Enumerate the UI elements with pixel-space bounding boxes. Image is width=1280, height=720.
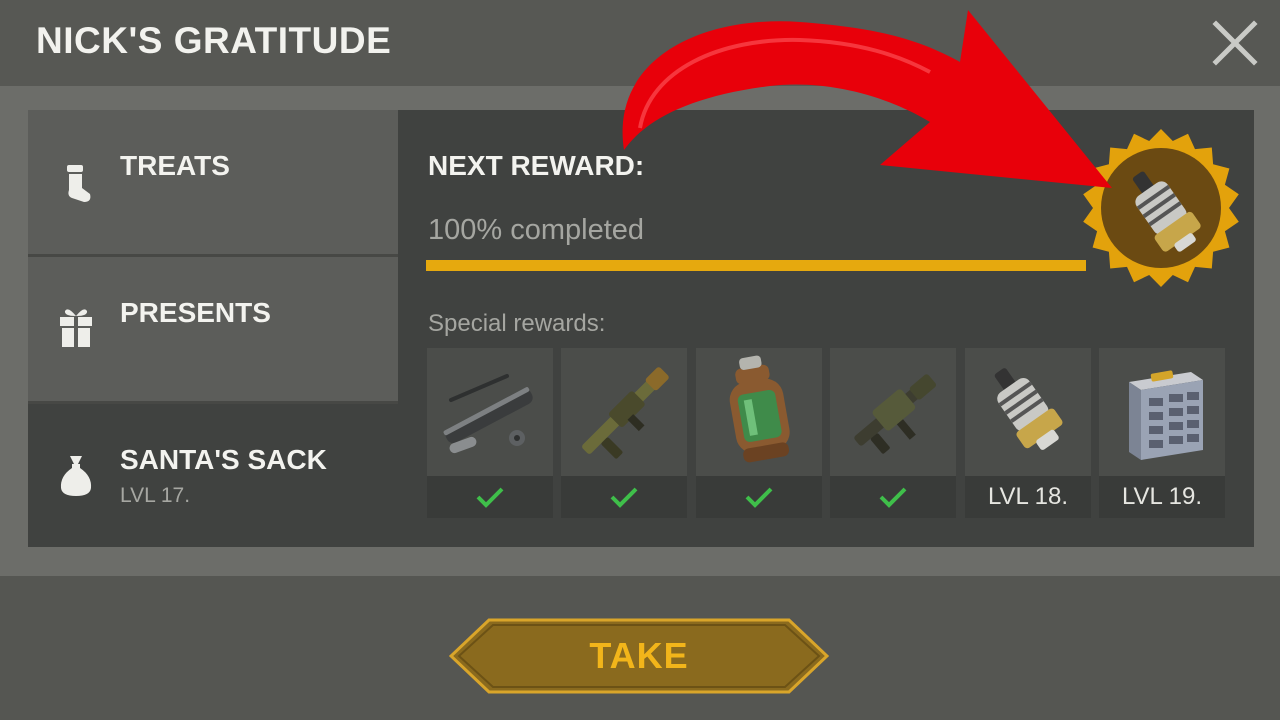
special-rewards-label: Special rewards: — [428, 310, 606, 337]
next-reward-label: NEXT REWARD: — [428, 150, 645, 181]
take-button-label: TAKE — [589, 635, 689, 676]
reward-card[interactable] — [427, 348, 553, 518]
checkmark-icon — [474, 483, 506, 511]
gift-icon — [58, 305, 94, 349]
rocket-launcher-parts-icon — [427, 348, 553, 476]
sidebar-item-level: LVL 17. — [120, 484, 191, 507]
gear-part-icon — [965, 348, 1091, 476]
checkmark-icon — [608, 483, 640, 511]
close-button[interactable] — [1208, 16, 1262, 70]
reward-card[interactable] — [696, 348, 822, 518]
gear-part-icon — [1083, 129, 1239, 287]
sidebar-item-presents[interactable]: PRESENTS — [28, 257, 398, 402]
next-reward-badge[interactable] — [1080, 127, 1242, 289]
checkmark-icon — [743, 483, 775, 511]
sidebar-item-treats[interactable]: TREATS — [28, 110, 398, 255]
progress-bar — [426, 260, 1086, 271]
reward-status — [696, 476, 822, 518]
progress-fill — [426, 260, 1086, 271]
checkmark-icon — [877, 483, 909, 511]
reward-level: LVL 18. — [965, 476, 1091, 518]
sack-icon — [58, 454, 94, 498]
take-button[interactable]: TAKE — [449, 618, 829, 694]
reward-level: LVL 19. — [1099, 476, 1225, 518]
reward-status — [427, 476, 553, 518]
reward-card[interactable]: LVL 18. — [965, 348, 1091, 518]
reward-status — [830, 476, 956, 518]
sidebar-item-label: PRESENTS — [120, 297, 271, 328]
sidebar-item-label: SANTA'S SACK — [120, 444, 327, 475]
rifle-icon — [561, 348, 687, 476]
grenade-launcher-icon — [830, 348, 956, 476]
close-icon — [1212, 20, 1258, 66]
reward-status — [561, 476, 687, 518]
sidebar-item-label: TREATS — [120, 150, 230, 181]
reward-card[interactable] — [561, 348, 687, 518]
reward-card[interactable] — [830, 348, 956, 518]
page-title: NICK'S GRATITUDE — [36, 20, 392, 61]
reward-card[interactable]: LVL 19. — [1099, 348, 1225, 518]
sidebar-item-santas-sack[interactable]: SANTA'S SACK LVL 17. — [28, 404, 398, 547]
toolbox-icon — [1099, 348, 1225, 476]
canister-icon — [696, 348, 822, 476]
stocking-icon — [58, 162, 94, 206]
progress-text: 100% completed — [428, 214, 645, 246]
